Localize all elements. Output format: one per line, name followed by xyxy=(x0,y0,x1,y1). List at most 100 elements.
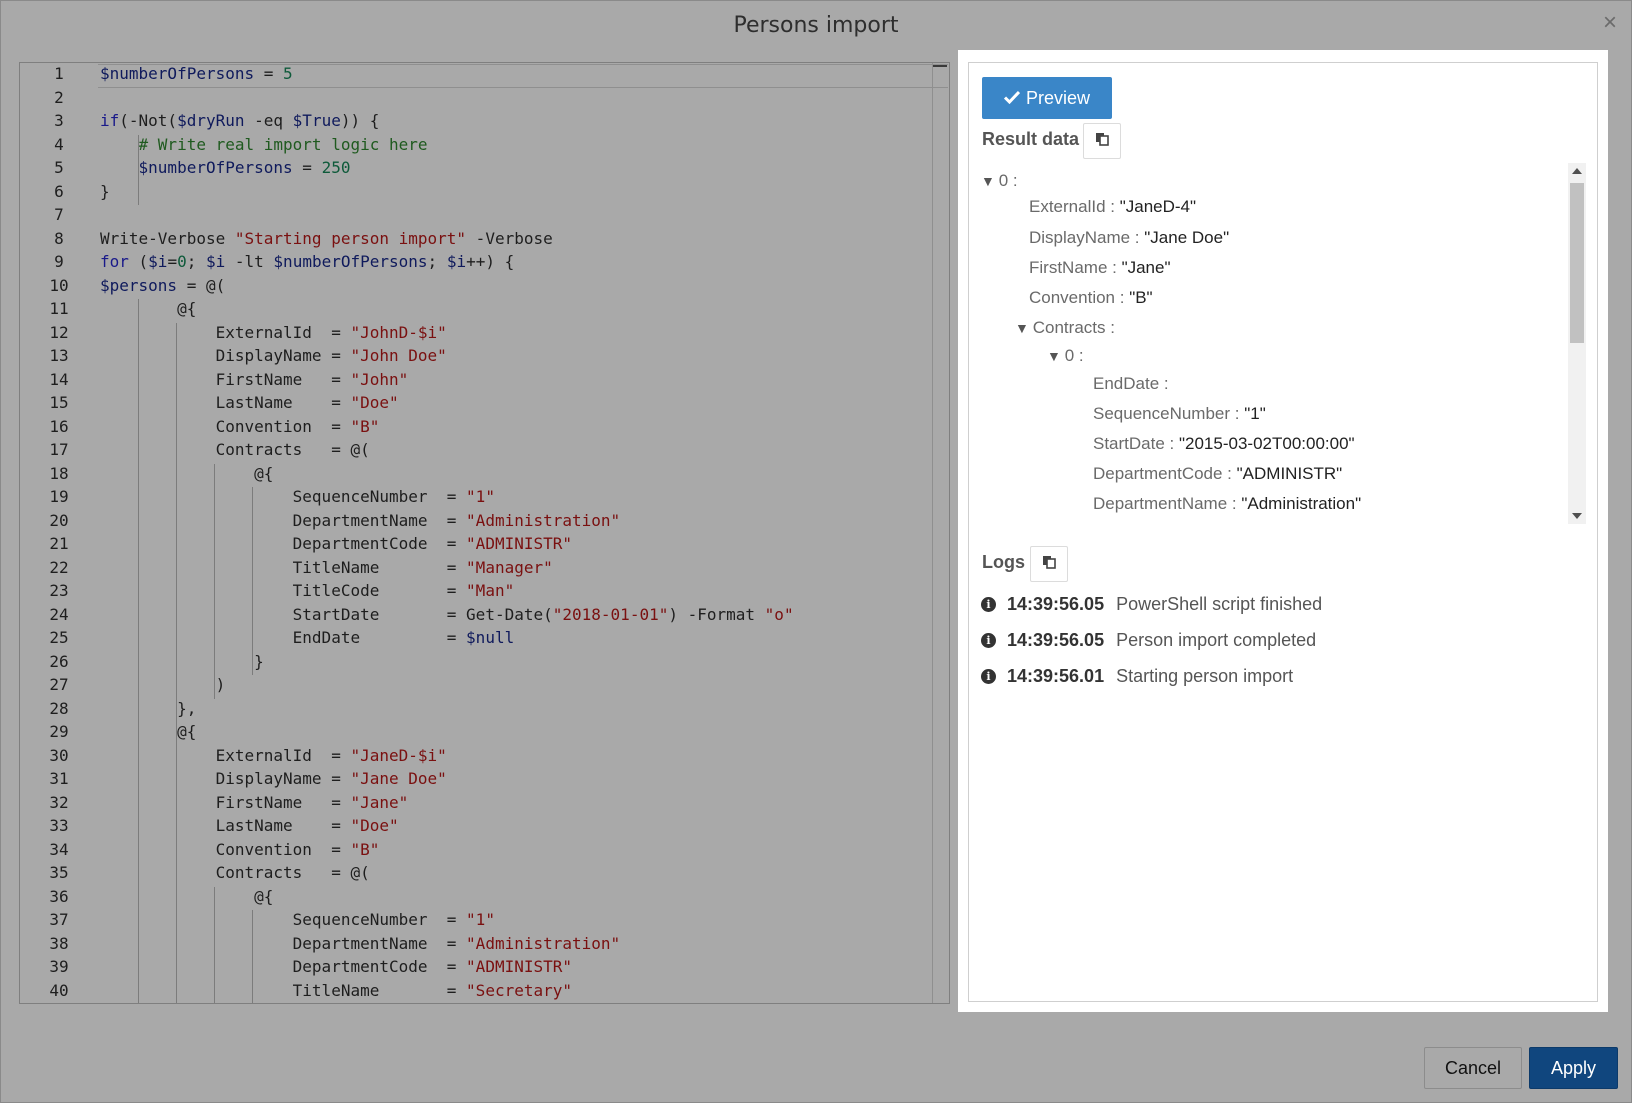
cancel-button[interactable]: Cancel xyxy=(1424,1047,1522,1089)
scroll-up-icon[interactable] xyxy=(1572,168,1582,174)
tree-node-value: "2015-03-02T00:00:00" xyxy=(1178,434,1355,453)
apply-button[interactable]: Apply xyxy=(1529,1047,1618,1089)
line-number: 21 xyxy=(49,534,69,553)
code-line[interactable]: }, xyxy=(100,699,196,718)
code-line[interactable]: @{ xyxy=(100,887,273,906)
code-line[interactable]: LastName = "Doe" xyxy=(100,816,399,835)
tree-node-value: "Jane Doe" xyxy=(1144,228,1230,247)
code-line[interactable]: $persons = @( xyxy=(100,276,225,295)
tree-node-key: EndDate : xyxy=(1093,374,1169,393)
code-line[interactable]: Convention = "B" xyxy=(100,417,380,436)
line-number: 35 xyxy=(49,863,69,882)
line-number: 19 xyxy=(49,487,69,506)
code-line[interactable]: Contracts = @( xyxy=(100,440,370,459)
tree-node: SequenceNumber : "1" xyxy=(1093,404,1266,424)
line-number: 37 xyxy=(49,910,69,929)
code-line[interactable]: } xyxy=(100,652,264,671)
line-number: 36 xyxy=(49,886,69,906)
code-line[interactable]: DisplayName = "John Doe" xyxy=(100,346,447,365)
code-line[interactable]: Convention = "B" xyxy=(100,840,380,859)
line-number: 25 xyxy=(49,628,69,647)
line-number: 9 xyxy=(54,252,64,271)
code-line[interactable]: FirstName = "Jane" xyxy=(100,793,409,812)
tree-node: DisplayName : "Jane Doe" xyxy=(1029,228,1229,248)
code-line[interactable]: @{ xyxy=(100,464,273,483)
indent-guide xyxy=(138,299,139,1003)
expand-toggle-icon[interactable]: ▼ xyxy=(981,173,999,189)
code-line[interactable]: # Write real import logic here xyxy=(100,135,428,154)
line-number: 3 xyxy=(54,111,64,130)
code-line[interactable]: if(-Not($dryRun -eq $True)) { xyxy=(100,111,379,130)
line-number: 40 xyxy=(49,980,69,1000)
expand-toggle-icon[interactable]: ▼ xyxy=(1015,320,1033,336)
line-number: 10 xyxy=(49,275,69,295)
code-line[interactable]: TitleCode = "Man" xyxy=(100,581,515,600)
tree-node: StartDate : "2015-03-02T00:00:00" xyxy=(1093,434,1355,454)
code-line[interactable]: DisplayName = "Jane Doe" xyxy=(100,769,447,788)
info-icon: i xyxy=(981,597,996,612)
indent-guide xyxy=(252,910,253,1003)
code-line[interactable]: LastName = "Doe" xyxy=(100,393,399,412)
code-line[interactable]: StartDate = Get-Date("2018-01-01") -Form… xyxy=(100,605,794,624)
tree-node[interactable]: ▼ Contracts : xyxy=(1015,318,1115,338)
code-line[interactable]: TitleName = "Manager" xyxy=(100,558,553,577)
log-message: Person import completed xyxy=(1116,630,1317,650)
scroll-down-icon[interactable] xyxy=(1572,513,1582,519)
tree-node-key: DepartmentCode : xyxy=(1093,464,1237,483)
info-icon: i xyxy=(981,669,996,684)
scrollbar-thumb[interactable] xyxy=(1570,183,1584,343)
line-number: 12 xyxy=(49,322,69,342)
import-dialog: Persons import × 1 2 3 4 5 6 7 8 9 10 11 12 13 14 15 16… xyxy=(0,0,1632,1103)
line-number: 31 xyxy=(49,769,69,788)
line-number: 14 xyxy=(49,369,69,389)
code-line[interactable]: Contracts = @( xyxy=(100,863,370,882)
tree-node-value: "Administration" xyxy=(1241,494,1362,513)
code-editor[interactable]: 1 2 3 4 5 6 7 8 9 10 11 12 13 14 15 16 17 18 19 20 21 22 23 24 2… xyxy=(19,62,950,1004)
code-line[interactable]: ExternalId = "JaneD-$i" xyxy=(100,746,447,765)
code-line[interactable]: $numberOfPersons = 5 xyxy=(100,64,293,83)
tree-node-key: StartDate : xyxy=(1093,434,1179,453)
copy-logs-button[interactable] xyxy=(1030,546,1068,582)
line-number: 32 xyxy=(49,792,69,812)
result-tree-scrollbar[interactable] xyxy=(1568,163,1586,524)
indent-guide xyxy=(252,487,253,675)
tree-node[interactable]: ▼ 0 : xyxy=(981,171,1018,191)
preview-button[interactable]: Preview xyxy=(982,77,1112,119)
code-line[interactable]: @{ xyxy=(100,299,196,318)
code-line[interactable]: Write-Verbose "Starting person import" -… xyxy=(100,229,553,248)
line-number: 22 xyxy=(49,557,69,577)
copy-result-button[interactable] xyxy=(1083,123,1121,159)
line-number: 6 xyxy=(54,181,64,201)
code-line[interactable]: TitleName = "Secretary" xyxy=(100,981,572,1000)
log-timestamp: 14:39:56.05 xyxy=(1007,630,1105,650)
tree-node: Convention : "B" xyxy=(1029,288,1153,308)
code-line[interactable]: } xyxy=(100,182,110,201)
editor-scrollbar[interactable] xyxy=(932,63,949,1003)
code-line[interactable]: FirstName = "John" xyxy=(100,370,409,389)
tree-node: DepartmentName : "Administration" xyxy=(1093,494,1361,514)
code-line[interactable]: DepartmentName = "Administration" xyxy=(100,511,621,530)
line-number: 34 xyxy=(49,839,69,859)
line-number: 5 xyxy=(54,158,64,177)
indent-guide xyxy=(138,134,139,205)
tree-node[interactable]: ▼ 0 : xyxy=(1047,346,1084,366)
code-line[interactable]: DepartmentCode = "ADMINISTR" xyxy=(100,957,572,976)
expand-toggle-icon[interactable]: ▼ xyxy=(1047,348,1065,364)
close-icon[interactable]: × xyxy=(1603,9,1617,37)
copy-icon xyxy=(1042,555,1056,574)
indent-guide xyxy=(214,463,215,699)
code-line[interactable]: SequenceNumber = "1" xyxy=(100,487,495,506)
line-number: 13 xyxy=(49,346,69,365)
code-line[interactable]: ) xyxy=(100,675,226,694)
code-line[interactable]: for ($i=0; $i -lt $numberOfPersons; $i++… xyxy=(100,252,514,271)
code-line[interactable]: DepartmentCode = "ADMINISTR" xyxy=(100,534,572,553)
code-line[interactable]: SequenceNumber = "1" xyxy=(100,910,495,929)
code-line[interactable]: DepartmentName = "Administration" xyxy=(100,934,621,953)
code-line[interactable]: EndDate = $null xyxy=(100,628,515,647)
result-tree[interactable]: ▼ 0 : ExternalId : "JaneD-4" DisplayName … xyxy=(981,163,1565,543)
line-number: 8 xyxy=(54,228,64,248)
code-line[interactable]: @{ xyxy=(100,722,196,741)
log-message: PowerShell script finished xyxy=(1116,594,1323,614)
code-line[interactable]: ExternalId = "JohnD-$i" xyxy=(100,323,447,342)
line-number: 38 xyxy=(49,933,69,953)
